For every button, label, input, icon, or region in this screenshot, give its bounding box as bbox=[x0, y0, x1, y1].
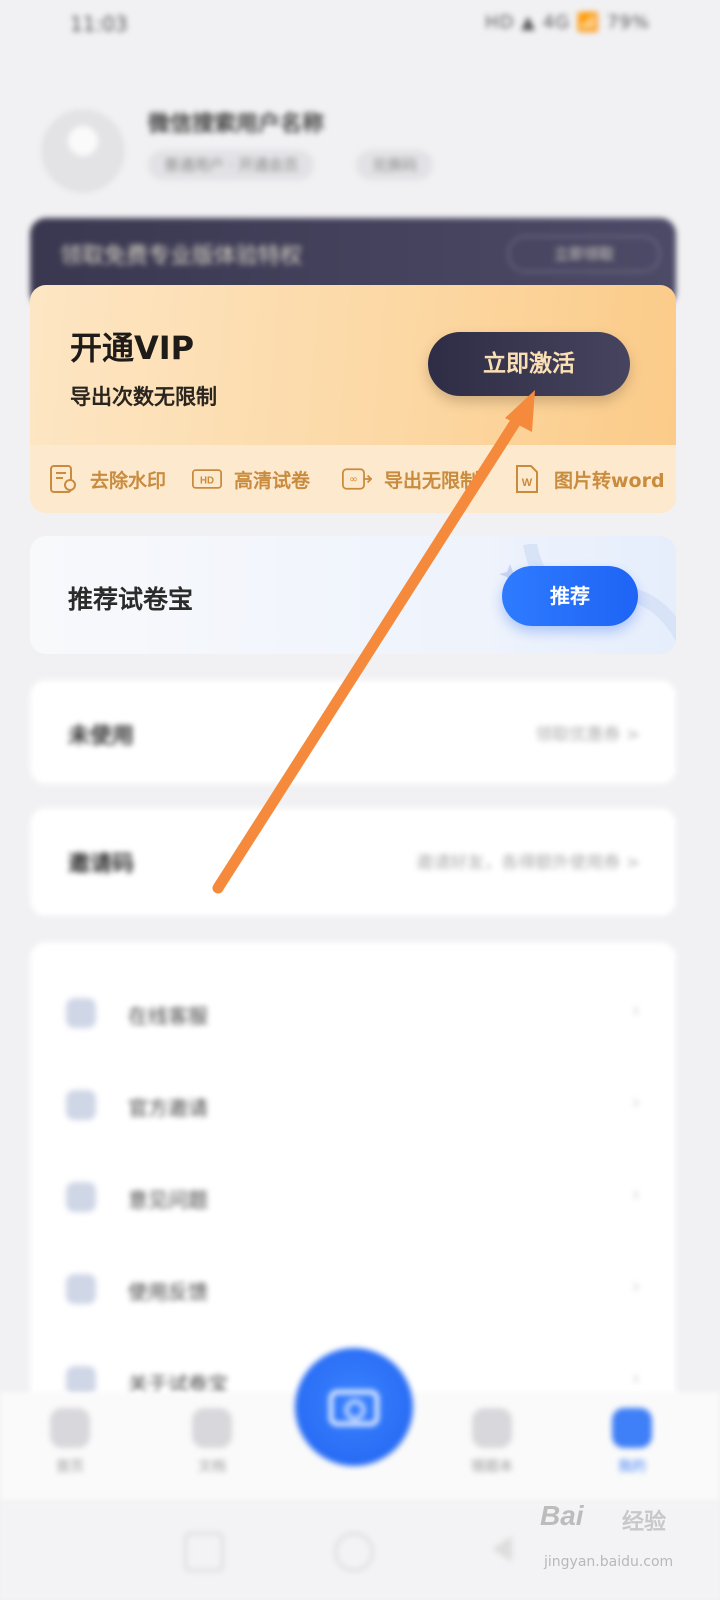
menu-item-share[interactable]: 官方邀请 › bbox=[30, 1060, 676, 1152]
trial-claim-button[interactable]: 立即领取 bbox=[508, 236, 660, 272]
feature-label: 去除水印 bbox=[90, 469, 167, 492]
feature-image-to-word: W 图片转word bbox=[512, 445, 665, 513]
settings-icon bbox=[66, 1274, 96, 1304]
trial-banner-text: 领取免费专业版体验特权 bbox=[60, 244, 303, 269]
tab-home[interactable]: 首页 bbox=[30, 1404, 110, 1494]
tab-label: 我的 bbox=[618, 1459, 646, 1475]
recommend-button[interactable]: 推荐 bbox=[502, 566, 638, 626]
chevron-right-icon: › bbox=[632, 1090, 640, 1114]
chevron-right-icon: › bbox=[632, 998, 640, 1022]
feature-hd-paper: HD 高清试卷 bbox=[192, 445, 310, 513]
word-icon: W bbox=[512, 464, 542, 494]
vip-title: 开通VIP bbox=[70, 329, 195, 367]
watermark-brand: 经验 bbox=[622, 1510, 667, 1535]
vip-features: 去除水印 HD 高清试卷 ∞ 导出无限制 W 图片转word bbox=[30, 445, 676, 513]
invite-code-row[interactable]: 邀请码 邀请好友，各得额外使用券 > bbox=[30, 808, 676, 916]
tab-profile[interactable]: 我的 bbox=[592, 1404, 672, 1494]
menu-item-settings[interactable]: 使用反馈 › bbox=[30, 1244, 676, 1336]
feedback-icon bbox=[66, 1182, 96, 1212]
home-button-icon[interactable] bbox=[334, 1532, 374, 1572]
feature-label: 导出无限制 bbox=[384, 469, 480, 492]
tab-label: 文档 bbox=[198, 1459, 226, 1475]
menu-item-label: 意见问题 bbox=[128, 1188, 208, 1212]
notebook-icon bbox=[472, 1408, 512, 1448]
feature-remove-watermark: 去除水印 bbox=[48, 445, 166, 513]
tab-label: 错题本 bbox=[471, 1459, 513, 1475]
user-status-chip[interactable]: 普通用户 · 开通会员 bbox=[148, 150, 315, 180]
svg-text:W: W bbox=[522, 477, 533, 489]
status-time: 11:03 bbox=[70, 12, 128, 36]
recommend-title: 推荐试卷宝 bbox=[68, 585, 194, 614]
svg-text:∞: ∞ bbox=[349, 474, 358, 486]
back-icon[interactable] bbox=[486, 1532, 520, 1566]
profile-icon bbox=[612, 1408, 652, 1448]
status-bar: 11:03 HD ▲ 4G 📶 79% bbox=[0, 0, 720, 50]
watermark-url: jingyan.baidu.com bbox=[544, 1554, 674, 1570]
menu-item-service[interactable]: 在线客服 › bbox=[30, 968, 676, 1060]
camera-scan-button[interactable] bbox=[295, 1348, 413, 1466]
row-key: 邀请码 bbox=[68, 852, 135, 877]
activate-vip-button[interactable]: 立即激活 bbox=[428, 332, 630, 396]
menu-item-feedback[interactable]: 意见问题 › bbox=[30, 1152, 676, 1244]
redeem-code-chip[interactable]: 兑换码 bbox=[356, 150, 434, 180]
watermark-remove-icon bbox=[48, 464, 78, 494]
row-value: 邀请好友，各得额外使用券 > bbox=[416, 853, 640, 873]
svg-text:HD: HD bbox=[200, 475, 214, 486]
recent-apps-icon[interactable] bbox=[184, 1532, 224, 1572]
tab-notebook[interactable]: 错题本 bbox=[452, 1404, 532, 1494]
status-indicators: HD ▲ 4G 📶 79% bbox=[485, 12, 650, 33]
feature-label: 图片转word bbox=[554, 469, 665, 492]
unused-row[interactable]: 未使用 领取优惠券 > bbox=[30, 680, 676, 784]
recommend-card: 推荐试卷宝 推荐 bbox=[30, 536, 676, 654]
menu-item-label: 在线客服 bbox=[128, 1004, 208, 1028]
watermark-logo: Bai bbox=[540, 1500, 584, 1531]
avatar[interactable] bbox=[42, 110, 124, 192]
profile-header[interactable]: 微信搜索用户名称 普通用户 · 开通会员 兑换码 bbox=[0, 90, 720, 200]
vip-subtitle: 导出次数无限制 bbox=[70, 385, 217, 409]
chevron-right-icon: › bbox=[632, 1366, 640, 1390]
chevron-right-icon: › bbox=[632, 1182, 640, 1206]
feature-label: 高清试卷 bbox=[234, 469, 311, 492]
vip-card: 开通VIP 导出次数无限制 立即激活 去除水印 HD 高清试卷 ∞ 导出无限制 … bbox=[30, 285, 676, 513]
tab-document[interactable]: 文档 bbox=[172, 1404, 252, 1494]
tab-label: 首页 bbox=[56, 1459, 84, 1475]
camera-icon bbox=[329, 1390, 379, 1426]
infinite-export-icon: ∞ bbox=[342, 464, 372, 494]
username: 微信搜索用户名称 bbox=[148, 112, 325, 137]
chevron-right-icon: › bbox=[632, 1274, 640, 1298]
service-icon bbox=[66, 998, 96, 1028]
menu-item-label: 官方邀请 bbox=[128, 1096, 208, 1120]
hd-icon: HD bbox=[192, 464, 222, 494]
baidu-jingyan-watermark: Bai 经验 jingyan.baidu.com bbox=[540, 1500, 700, 1580]
row-key: 未使用 bbox=[68, 724, 135, 749]
feature-unlimited-export: ∞ 导出无限制 bbox=[342, 445, 479, 513]
document-icon bbox=[192, 1408, 232, 1448]
home-icon bbox=[50, 1408, 90, 1448]
menu-item-label: 使用反馈 bbox=[128, 1280, 208, 1304]
share-icon bbox=[66, 1090, 96, 1120]
row-value: 领取优惠券 > bbox=[535, 725, 640, 745]
